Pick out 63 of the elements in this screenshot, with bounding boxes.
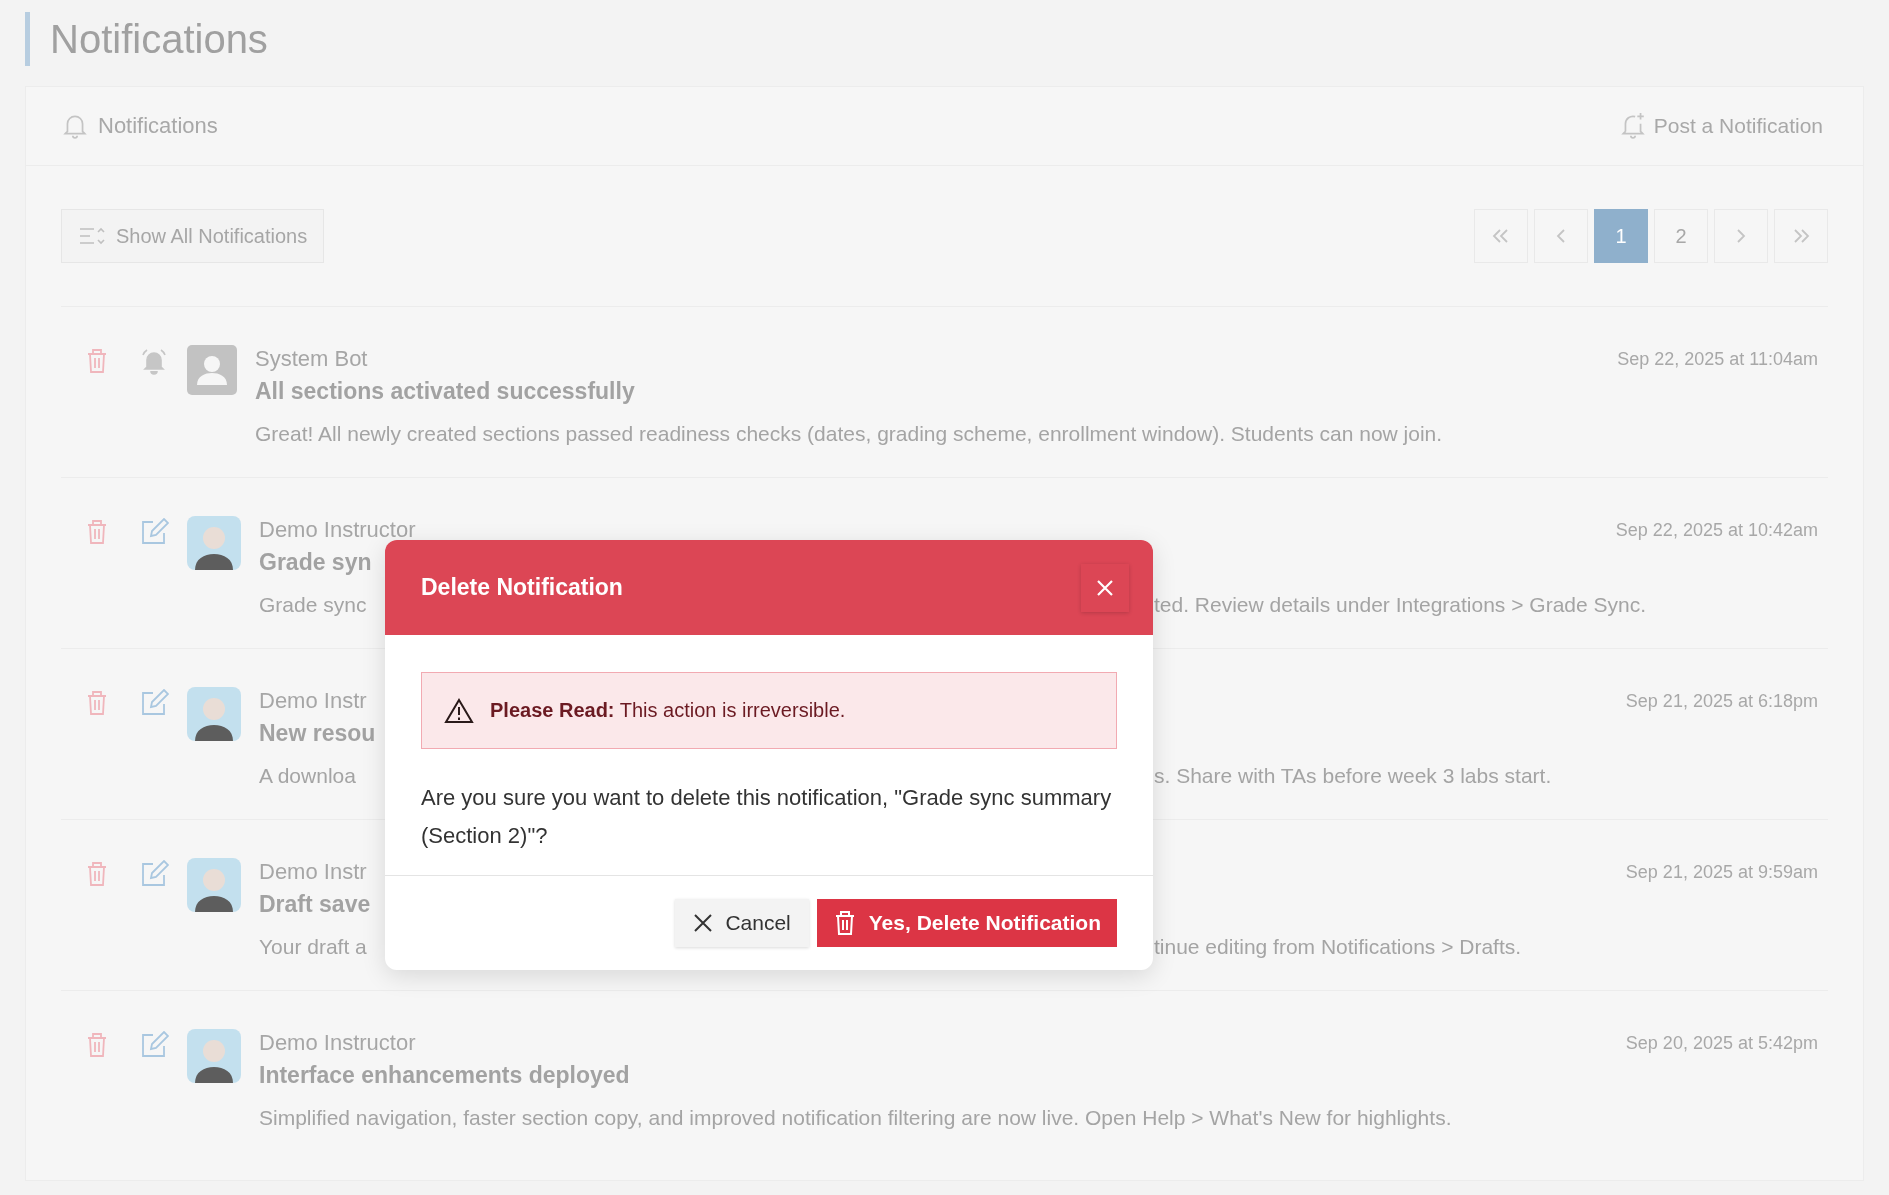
notification-text: Grade sync — [259, 592, 368, 618]
trash-icon[interactable] — [85, 347, 109, 375]
edit-icon[interactable] — [139, 689, 169, 717]
show-all-button[interactable]: Show All Notifications — [61, 209, 325, 263]
close-icon — [693, 913, 714, 933]
notification-title: Interface enhancements deployed — [259, 1061, 630, 1090]
notification-text: A downloa — [259, 763, 357, 789]
previous-page-button[interactable] — [1534, 209, 1588, 263]
edit-icon[interactable] — [139, 860, 169, 888]
page-button[interactable]: 2 — [1654, 209, 1708, 263]
double-chevron-right-icon — [1791, 228, 1811, 244]
trash-icon[interactable] — [85, 860, 109, 888]
bell-plus-icon — [1619, 112, 1646, 140]
trash-icon[interactable] — [85, 1031, 109, 1059]
first-page-button[interactable] — [1474, 209, 1528, 263]
chevron-right-icon — [1735, 228, 1747, 244]
last-page-button[interactable] — [1774, 209, 1828, 263]
warning-text: Please Read: This action is irreversible. — [490, 699, 846, 722]
close-icon — [1095, 577, 1115, 598]
avatar-icon — [187, 1029, 241, 1083]
notification-title: All sections activated successfully — [255, 377, 635, 406]
edit-icon[interactable] — [139, 518, 169, 546]
notification-text: Great! All newly created sections passed readiness checks (dates, grading scheme, enrollment window). Students can now join. — [255, 421, 1443, 447]
notification-date: Sep 21, 2025 at 6:18pm — [1625, 691, 1818, 712]
trash-icon[interactable] — [85, 518, 109, 546]
page-title: Notifications — [25, 12, 1864, 66]
close-button[interactable] — [1081, 563, 1129, 612]
avatar-icon — [187, 858, 241, 912]
edit-icon[interactable] — [139, 1031, 169, 1059]
double-chevron-left-icon — [1491, 228, 1511, 244]
notification-title: Grade syn — [259, 548, 372, 577]
notification-date: Sep 21, 2025 at 9:59am — [1625, 862, 1818, 883]
notification-author: System Bot — [255, 345, 368, 373]
notification-date: Sep 22, 2025 at 10:42am — [1615, 520, 1818, 541]
notification-text: tinue editing from Notifications > Drafts. — [1154, 934, 1522, 960]
notification-author: Demo Instr — [259, 858, 367, 886]
cancel-button[interactable]: Cancel — [675, 899, 809, 947]
chevron-left-icon — [1555, 228, 1567, 244]
warning-icon — [444, 697, 474, 724]
trash-icon[interactable] — [85, 689, 109, 717]
notification-text: ted. Review details under Integrations > Grade Sync. — [1154, 592, 1647, 618]
avatar-icon — [187, 345, 237, 395]
confirm-delete-button[interactable]: Yes, Delete Notification — [816, 899, 1117, 947]
next-page-button[interactable] — [1714, 209, 1768, 263]
notification-text: Your draft a — [259, 934, 368, 960]
notification-title: New resou — [259, 719, 376, 748]
page-button[interactable]: 1 — [1594, 209, 1648, 263]
notification-date: Sep 20, 2025 at 5:42pm — [1625, 1033, 1818, 1054]
dialog-title: Delete Notification — [421, 574, 623, 601]
post-notification-button[interactable]: Post a Notification — [1619, 112, 1823, 140]
card-title: Notifications — [98, 113, 218, 139]
notification-author: Demo Instructor — [259, 1029, 416, 1057]
notification-title: Draft save — [259, 890, 371, 919]
notification-text: s. Share with TAs before week 3 labs start. — [1154, 763, 1552, 789]
notification-date: Sep 22, 2025 at 11:04am — [1617, 349, 1818, 370]
notification-author: Demo Instr — [259, 687, 367, 715]
avatar-icon — [187, 687, 241, 741]
notification-author: Demo Instructor — [259, 516, 416, 544]
confirmation-text: Are you sure you want to delete this notification, "Grade sync summary (Section 2)"? — [421, 784, 1113, 850]
bell-icon — [139, 347, 169, 375]
notification-text: Simplified navigation, faster section copy, and improved notification filtering are now live. Open Help > What's New for highlights. — [259, 1105, 1452, 1131]
list-sort-icon — [78, 225, 106, 247]
avatar-icon — [187, 516, 241, 570]
